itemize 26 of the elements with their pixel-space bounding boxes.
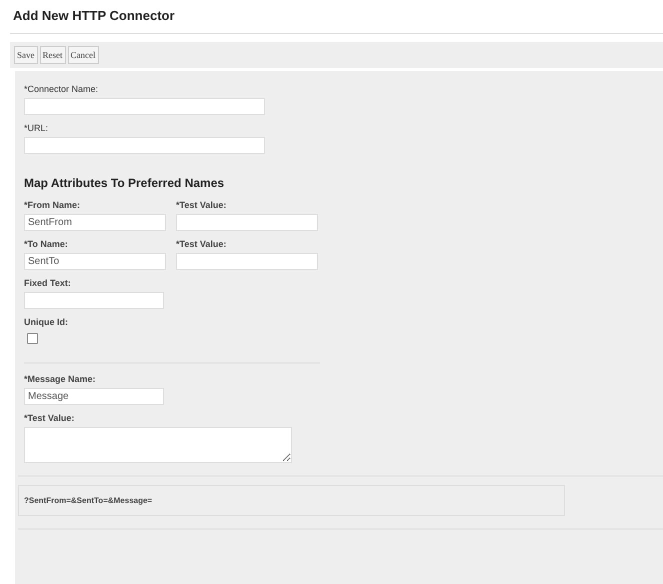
field-label: *Test Value: bbox=[176, 200, 228, 210]
field-label: *Test Value: bbox=[24, 413, 76, 423]
field-label: Fixed Text: bbox=[24, 278, 72, 288]
input-field[interactable]: Message bbox=[24, 388, 164, 405]
input-field[interactable] bbox=[24, 98, 265, 115]
text-area[interactable] bbox=[24, 427, 292, 463]
section-heading: Map Attributes To Preferred Names bbox=[24, 176, 226, 190]
toolbar-button[interactable]: Reset bbox=[40, 46, 66, 64]
input-field[interactable]: SentTo bbox=[24, 253, 166, 270]
query-preview: ?SentFrom=&SentTo=&Message= bbox=[18, 485, 565, 516]
checkbox[interactable] bbox=[27, 333, 38, 344]
field-label: *Message Name: bbox=[24, 374, 97, 384]
input-field[interactable] bbox=[24, 137, 265, 154]
toolbar-button[interactable]: Cancel bbox=[68, 46, 98, 64]
input-field[interactable] bbox=[176, 214, 318, 231]
field-label: *URL: bbox=[24, 123, 50, 133]
input-field[interactable] bbox=[176, 253, 318, 270]
field-label: *Test Value: bbox=[176, 239, 228, 249]
page-title: Add New HTTP Connector bbox=[12, 7, 176, 24]
field-label: *Connector Name: bbox=[24, 84, 100, 94]
toolbar-button[interactable]: Save bbox=[14, 46, 38, 64]
field-label: *From Name: bbox=[24, 200, 82, 210]
input-field[interactable] bbox=[24, 292, 164, 309]
field-label: Unique Id: bbox=[24, 317, 69, 327]
input-field[interactable]: SentFrom bbox=[24, 214, 166, 231]
field-label: *To Name: bbox=[24, 239, 69, 249]
